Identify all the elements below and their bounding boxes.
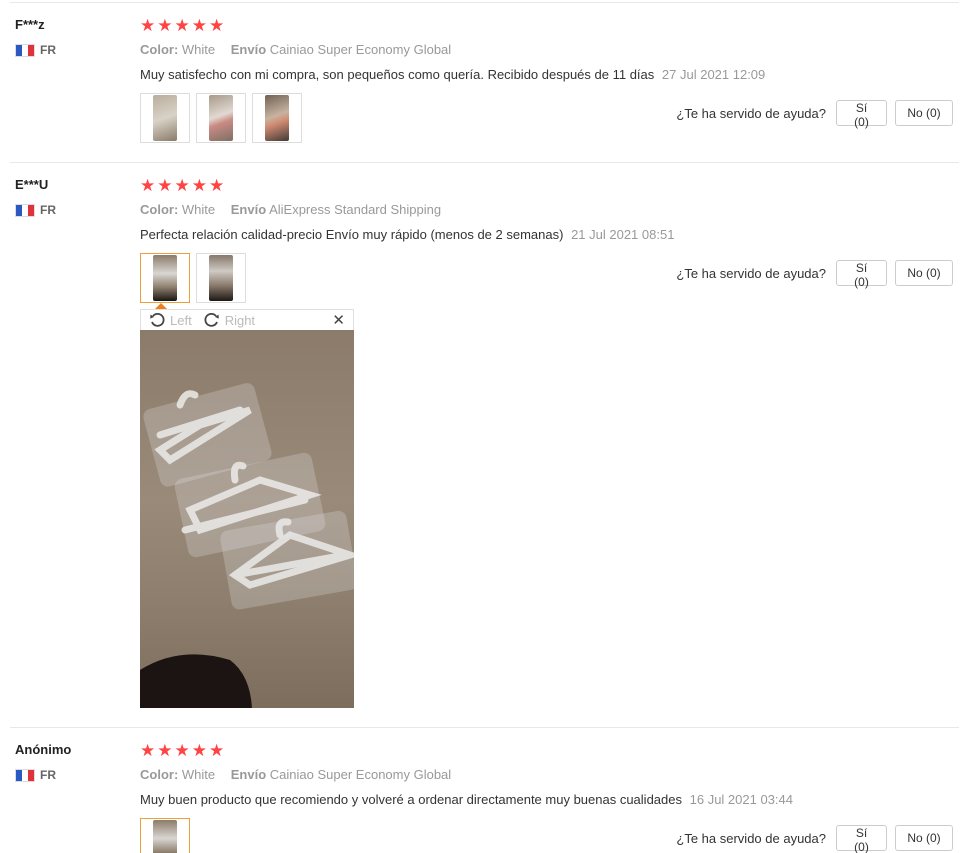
star-icon: ★ — [191, 176, 207, 195]
star-icon: ★ — [140, 176, 156, 195]
helpful-yes-button[interactable]: Sí (0) — [836, 100, 887, 129]
star-icon: ★ — [209, 176, 225, 195]
helpful-yes-button[interactable]: Sí (0) — [836, 260, 887, 289]
france-flag-icon — [15, 203, 35, 217]
star-icon: ★ — [174, 16, 190, 35]
rotate-left-icon — [150, 312, 165, 327]
helpful-no-button[interactable]: No (0) — [895, 825, 953, 851]
france-flag-icon — [15, 768, 35, 782]
close-icon[interactable]: ✕ — [332, 311, 345, 329]
review-photos — [140, 253, 246, 303]
shipping-label: Envío — [230, 202, 267, 217]
reviewer-country: FR — [15, 203, 56, 217]
helpful-question: ¿Te ha servido de ayuda? — [676, 105, 826, 121]
color-value: White — [181, 42, 216, 57]
review-text: Muy buen producto que recomiendo y volve… — [140, 792, 682, 807]
review-photo-thumbnail[interactable] — [252, 93, 302, 143]
review-text: Perfecta relación calidad-precio Envío m… — [140, 227, 564, 242]
star-icon: ★ — [191, 16, 207, 35]
color-value: White — [181, 767, 216, 782]
star-icon: ★ — [174, 741, 190, 760]
shipping-value: AliExpress Standard Shipping — [269, 202, 442, 217]
review-divider — [10, 162, 959, 163]
review-text-line: Perfecta relación calidad-precio Envío m… — [140, 227, 674, 242]
country-code: FR — [40, 43, 56, 57]
star-icon: ★ — [174, 176, 190, 195]
shipping-value: Cainiao Super Economy Global — [269, 42, 452, 57]
review-text-line: Muy buen producto que recomiendo y volve… — [140, 792, 793, 807]
star-rating: ★ ★ ★ ★ ★ — [140, 17, 224, 34]
review-date: 16 Jul 2021 03:44 — [689, 792, 793, 807]
star-icon: ★ — [157, 176, 173, 195]
reviewer-country: FR — [15, 768, 56, 782]
reviewer-country: FR — [15, 43, 56, 57]
hangers-photo — [140, 383, 354, 708]
star-icon: ★ — [140, 16, 156, 35]
reviewer-name: Anónimo — [15, 742, 72, 757]
reviewer-name: F***z — [15, 17, 45, 32]
color-value: White — [181, 202, 216, 217]
star-icon: ★ — [157, 16, 173, 35]
rotate-right-button[interactable]: Right — [204, 312, 255, 328]
review-text-line: Muy satisfecho con mi compra, son pequeñ… — [140, 67, 765, 82]
review-photo-thumbnail[interactable] — [196, 93, 246, 143]
review-attributes: Color: White Envío Cainiao Super Economy… — [140, 42, 451, 57]
reviewer-name: E***U — [15, 177, 49, 192]
viewer-pointer — [155, 303, 167, 309]
rotate-left-button[interactable]: Left — [149, 312, 192, 328]
review-photo-thumbnail-selected[interactable] — [140, 253, 190, 303]
rotate-left-label: Left — [170, 312, 192, 328]
star-icon: ★ — [157, 741, 173, 760]
review-date: 21 Jul 2021 08:51 — [571, 227, 675, 242]
review-photo-thumbnail-selected[interactable] — [140, 818, 190, 853]
color-label: Color: — [140, 767, 179, 782]
review-date: 27 Jul 2021 12:09 — [661, 67, 766, 82]
review-attributes: Color: White Envío Cainiao Super Economy… — [140, 767, 451, 782]
enlarged-review-photo — [140, 330, 354, 708]
review-divider — [10, 727, 959, 728]
viewer-toolbar: Left Right ✕ — [140, 309, 354, 330]
shipping-label: Envío — [230, 42, 267, 57]
star-rating: ★ ★ ★ ★ ★ — [140, 742, 224, 759]
helpful-question: ¿Te ha servido de ayuda? — [676, 265, 826, 281]
color-label: Color: — [140, 202, 179, 217]
country-code: FR — [40, 768, 56, 782]
review-photo-thumbnail[interactable] — [196, 253, 246, 303]
star-rating: ★ ★ ★ ★ ★ — [140, 177, 224, 194]
helpful-no-button[interactable]: No (0) — [895, 100, 953, 126]
helpful-vote: ¿Te ha servido de ayuda? Sí (0) No (0) — [676, 260, 953, 289]
star-icon: ★ — [209, 741, 225, 760]
helpful-question: ¿Te ha servido de ayuda? — [676, 830, 826, 846]
rotate-right-icon — [204, 312, 219, 327]
helpful-yes-button[interactable]: Sí (0) — [836, 825, 887, 853]
country-code: FR — [40, 203, 56, 217]
france-flag-icon — [15, 43, 35, 57]
rotate-right-label: Right — [224, 312, 256, 328]
photo-viewer: Left Right ✕ — [140, 303, 354, 708]
star-icon: ★ — [209, 16, 225, 35]
helpful-vote: ¿Te ha servido de ayuda? Sí (0) No (0) — [676, 100, 953, 129]
color-label: Color: — [140, 42, 179, 57]
review-photos — [140, 93, 302, 143]
star-icon: ★ — [191, 741, 207, 760]
shipping-value: Cainiao Super Economy Global — [269, 767, 452, 782]
review-text: Muy satisfecho con mi compra, son pequeñ… — [140, 67, 655, 82]
helpful-no-button[interactable]: No (0) — [895, 260, 953, 286]
top-divider — [10, 2, 959, 3]
review-photo-thumbnail[interactable] — [140, 93, 190, 143]
helpful-vote: ¿Te ha servido de ayuda? Sí (0) No (0) — [676, 825, 953, 853]
review-photos — [140, 818, 190, 853]
review-attributes: Color: White Envío AliExpress Standard S… — [140, 202, 441, 217]
shipping-label: Envío — [230, 767, 267, 782]
star-icon: ★ — [140, 741, 156, 760]
